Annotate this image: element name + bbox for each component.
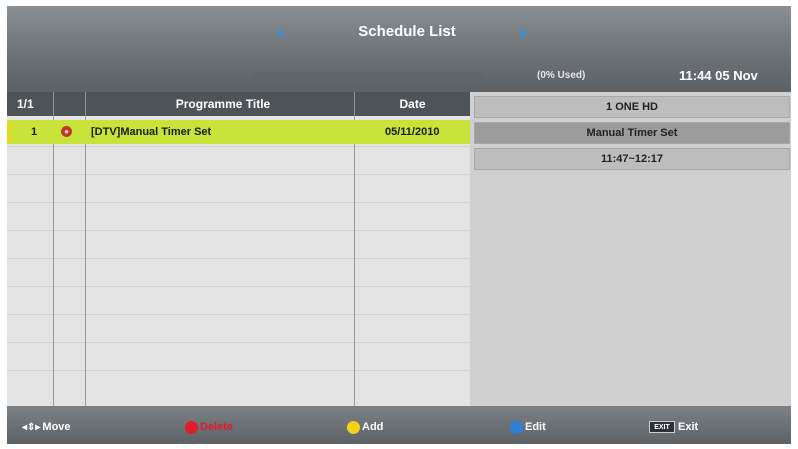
schedule-table: 1 ● [DTV]Manual Timer Set 05/11/2010 [7, 116, 470, 406]
left-arrow-icon[interactable] [277, 28, 283, 38]
edit-label: Edit [525, 421, 546, 433]
column-divider [53, 116, 54, 406]
footer-keys: ◂⇕▸ Move Delete Add Edit EXIT Exit [7, 406, 791, 444]
exit-key-icon: EXIT [649, 421, 675, 434]
row-divider [7, 314, 470, 315]
page-indicator: 1/1 [17, 97, 34, 111]
record-icon: ● [61, 126, 72, 137]
move-hint[interactable]: ◂⇕▸ Move [22, 420, 71, 435]
page-title: Schedule List [358, 23, 456, 40]
scroll-down-indicator [7, 134, 12, 141]
row-number: 1 [31, 126, 38, 138]
yellow-key-icon [347, 420, 360, 434]
table-header: 1/1 Programme Title Date [7, 92, 470, 116]
channel-name: 1 ONE HD [474, 96, 790, 118]
row-divider [7, 230, 470, 231]
row-divider [7, 286, 470, 287]
storage-used-label: (0% Used) [537, 70, 586, 81]
exit-label: Exit [678, 421, 699, 433]
row-divider [7, 342, 470, 343]
row-divider [7, 146, 470, 147]
table-row[interactable]: 1 ● [DTV]Manual Timer Set 05/11/2010 [7, 120, 470, 144]
delete-button[interactable]: Delete [185, 420, 233, 434]
scroll-up-indicator [7, 123, 12, 130]
delete-label: Delete [200, 421, 234, 433]
programme-date: 05/11/2010 [385, 126, 440, 138]
column-divider [53, 92, 54, 116]
column-divider [85, 92, 86, 116]
column-divider [354, 116, 355, 406]
details-panel: 1 ONE HD Manual Timer Set 11:47~12:17 [471, 92, 791, 406]
event-time: 11:47~12:17 [474, 148, 790, 170]
column-header-title: Programme Title [175, 97, 271, 111]
column-header-date: Date [399, 97, 426, 111]
add-button[interactable]: Add [347, 420, 383, 434]
row-divider [7, 174, 470, 175]
edit-button[interactable]: Edit [510, 420, 546, 434]
red-key-icon [185, 420, 198, 434]
header: Schedule List (0% Used) 11:44 05 Nov [7, 6, 791, 92]
add-label: Add [362, 421, 384, 433]
row-divider [7, 370, 470, 371]
blue-key-icon [510, 420, 523, 434]
storage-bar [253, 72, 483, 80]
row-divider [7, 202, 470, 203]
move-label: Move [42, 421, 71, 433]
navigate-icon: ◂⇕▸ [22, 422, 41, 433]
programme-title: [DTV]Manual Timer Set [91, 126, 212, 138]
exit-button[interactable]: EXIT Exit [649, 420, 698, 434]
right-arrow-icon[interactable] [521, 28, 527, 38]
clock: 11:44 05 Nov [679, 68, 758, 83]
event-name: Manual Timer Set [474, 122, 790, 144]
column-divider [85, 116, 86, 406]
row-divider [7, 258, 470, 259]
